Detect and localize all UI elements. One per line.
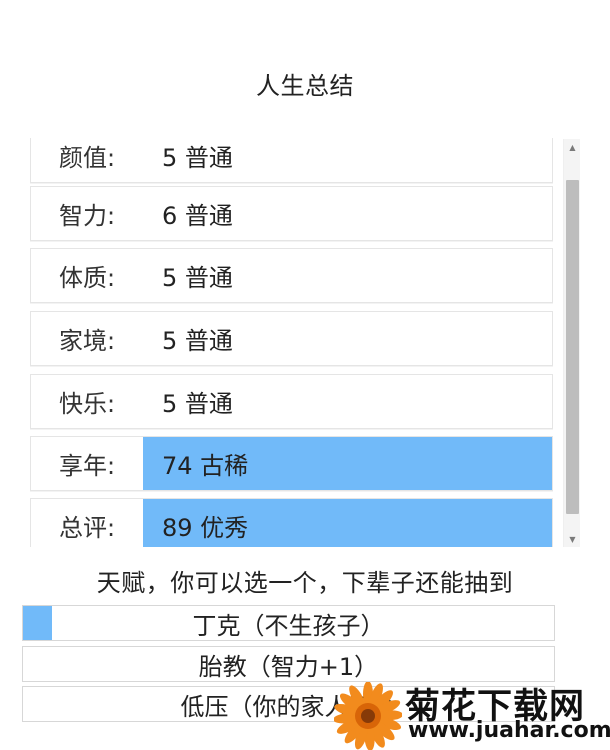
summary-row-lifespan: 享年: 74 古稀 (30, 436, 553, 491)
scroll-thumb[interactable] (566, 180, 579, 514)
summary-row-happiness: 快乐: 5 普通 (30, 374, 553, 429)
summary-row-label: 快乐: (58, 390, 116, 418)
summary-row-family: 家境: 5 普通 (30, 311, 553, 366)
summary-row-constitution: 体质: 5 普通 (30, 248, 553, 303)
talent-heading: 天赋，你可以选一个，下辈子还能抽到 (96, 569, 514, 597)
life-summary-page: 人生总结 颜值: 5 普通 智力: 6 普通 体质: 5 普通 家境: 5 普通… (0, 0, 610, 750)
summary-row-label: 总评: (58, 514, 116, 542)
summary-row-label: 颜值: (58, 144, 116, 172)
summary-row-value: 5 普通 (162, 264, 233, 292)
summary-row-value: 89 优秀 (143, 499, 552, 547)
summary-row-label: 享年: (58, 452, 116, 480)
talent-option-prenatal-education[interactable]: 胎教（智力+1） (22, 646, 555, 682)
summary-row-appearance: 颜值: 5 普通 (30, 138, 553, 183)
talent-option-low-pressure[interactable]: 低压（你的家人不会 (22, 686, 555, 722)
scroll-up-arrow-icon[interactable]: ▲ (564, 139, 581, 155)
summary-row-label: 体质: (58, 264, 116, 292)
talent-option-label: 胎教（智力+1） (198, 652, 379, 681)
summary-list-container[interactable]: 颜值: 5 普通 智力: 6 普通 体质: 5 普通 家境: 5 普通 快乐: … (22, 138, 584, 547)
summary-row-value: 5 普通 (162, 144, 233, 172)
summary-row-intelligence: 智力: 6 普通 (30, 186, 553, 241)
summary-row-label: 家境: (58, 327, 116, 355)
page-title: 人生总结 (256, 72, 354, 100)
summary-row-label: 智力: (58, 202, 116, 230)
scroll-down-arrow-icon[interactable]: ▼ (564, 531, 581, 547)
summary-row-value: 5 普通 (162, 327, 233, 355)
summary-row-value: 74 古稀 (143, 437, 552, 490)
talent-option-label: 低压（你的家人不会 (180, 692, 397, 721)
summary-row-value: 5 普通 (162, 390, 233, 418)
talent-option-dink[interactable]: 丁克（不生孩子） (22, 605, 555, 641)
summary-row-overall: 总评: 89 优秀 (30, 498, 553, 547)
summary-row-value: 6 普通 (162, 202, 233, 230)
talent-option-label: 丁克（不生孩子） (192, 611, 385, 640)
summary-scrollbar[interactable]: ▲ ▼ (563, 139, 580, 547)
